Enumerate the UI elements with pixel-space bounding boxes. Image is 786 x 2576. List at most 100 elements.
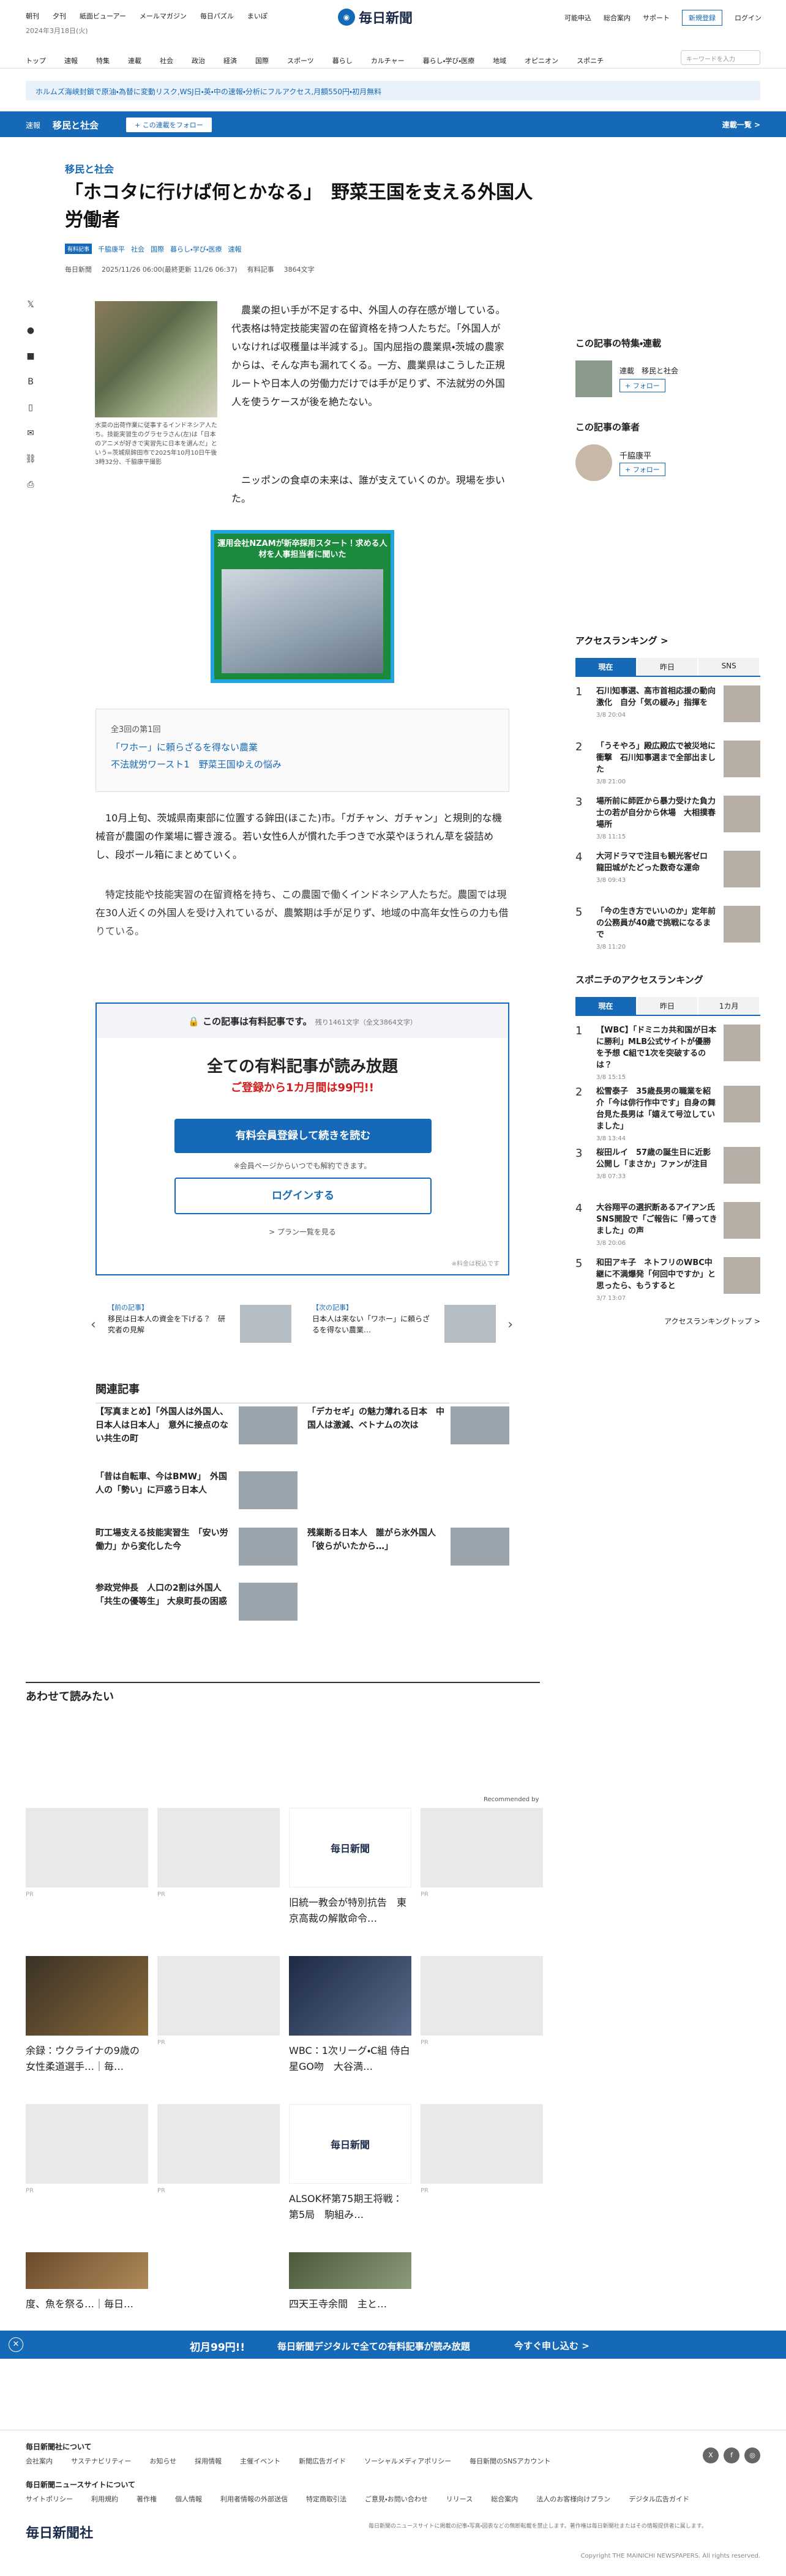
- nav-item[interactable]: 暮らし・学び・医療: [423, 56, 474, 65]
- follow-series-button[interactable]: + この連載をフォロー: [126, 118, 212, 132]
- ranking-item[interactable]: 4 大河ドラマで注目も観光客ゼロ 龍田城がたどった数奇な運命 3/8 09:43: [575, 851, 760, 901]
- recommend-card[interactable]: 度、魚を祭る…｜毎日…: [26, 2252, 148, 2312]
- related-item[interactable]: 「デカセギ」の魅力薄れる日本 中国人は激減、ベトナムの次は: [307, 1405, 509, 1448]
- category-name[interactable]: 移民と社会: [53, 119, 99, 132]
- feature-item[interactable]: 連載 移民と社会 + フォロー: [575, 360, 760, 403]
- site-logo[interactable]: ◉ 毎日新聞: [338, 7, 413, 27]
- prev-article[interactable]: 【前の記事】 移民は日本人の資金を下げる？ 研究者の見解: [108, 1302, 291, 1346]
- search-input[interactable]: キーワードを入力: [681, 50, 760, 65]
- comment-icon[interactable]: ●: [24, 326, 37, 338]
- next-article[interactable]: 【次の記事】 日本人は来ない「ワホー」に頼らざるを得ない農業…: [312, 1302, 496, 1346]
- ranking-item[interactable]: 2 「うそやろ」殿広殿広で被災地に衝撃 石川知事選まで全部出ました 3/8 21:0…: [575, 741, 760, 791]
- x-icon[interactable]: X: [703, 2447, 719, 2463]
- nav-item[interactable]: 速報: [64, 56, 78, 65]
- tab-now[interactable]: 現在: [575, 658, 636, 676]
- tab-sns[interactable]: SNS: [698, 658, 760, 676]
- tab-month[interactable]: 1カ月: [698, 997, 760, 1015]
- subscribe-button[interactable]: 有料会員登録して続きを読む: [174, 1119, 432, 1153]
- ranking-item[interactable]: 4 大谷翔平の選択断あるアイアン氏 SNS開設で「ご報告に「帰ってきました」の声 3…: [575, 1202, 760, 1252]
- mail-icon[interactable]: ✉: [24, 428, 37, 441]
- follow-button[interactable]: + フォロー: [619, 379, 665, 392]
- tag-link[interactable]: 社会: [131, 244, 144, 254]
- top-link[interactable]: メールマガジン: [140, 11, 187, 21]
- login-link[interactable]: ログイン: [735, 13, 762, 23]
- globe-icon[interactable]: ◎: [744, 2447, 760, 2463]
- bookmark-icon[interactable]: ▯: [24, 403, 37, 415]
- tag-link[interactable]: 暮らし・学び・医療: [170, 244, 222, 254]
- top-link[interactable]: 毎日パズル: [200, 11, 234, 21]
- recommend-card[interactable]: PR: [26, 2104, 148, 2194]
- nav-item[interactable]: 地域: [493, 56, 506, 65]
- ranking-item[interactable]: 3 桜田ルイ 57歳の誕生日に近影公開し「まさか」ファンが注目 3/8 07:33: [575, 1147, 760, 1197]
- article-section[interactable]: 移民と社会: [65, 161, 114, 176]
- x-share-icon[interactable]: 𝕏: [24, 300, 37, 312]
- recommend-card[interactable]: 毎日新聞 ALSOK杯第75期王将戦：第5局 駒組み…: [289, 2104, 411, 2223]
- nav-item[interactable]: オピニオン: [525, 56, 558, 65]
- recommend-card[interactable]: 四天王寺余間 主と…: [289, 2252, 411, 2312]
- nav-item[interactable]: カルチャー: [371, 56, 405, 65]
- facebook-share-icon[interactable]: ■: [24, 351, 37, 364]
- author-link[interactable]: 千脇康平: [98, 244, 125, 254]
- header-link[interactable]: 総合案内: [604, 13, 631, 23]
- top-link[interactable]: 朝刊: [26, 11, 39, 21]
- top-link[interactable]: まいぽ: [247, 11, 268, 21]
- nav-item[interactable]: 国際: [255, 56, 269, 65]
- nav-item[interactable]: スポーツ: [287, 56, 314, 65]
- close-icon[interactable]: ✕: [9, 2337, 23, 2352]
- ranking-more-link[interactable]: アクセスランキングトップ >: [575, 1316, 760, 1326]
- ranking-item[interactable]: 2 松雪泰子 35歳長男の職業を紹介「今は俳行作中です」自身の舞台見た長男は「嬉え…: [575, 1086, 760, 1142]
- tag-link[interactable]: 国際: [151, 244, 164, 254]
- related-item[interactable]: 【写真まとめ】「外国人は外国人、日本人は日本人」 意外に接点のない共生の町: [95, 1405, 298, 1448]
- chevron-left-icon[interactable]: ‹: [91, 1317, 96, 1332]
- facebook-icon[interactable]: f: [724, 2447, 739, 2463]
- tab-yesterday[interactable]: 昨日: [637, 658, 698, 676]
- recommend-card[interactable]: PR: [421, 1808, 543, 1898]
- series-link[interactable]: 「ワホー」に頼らざるを得ない農業: [111, 739, 494, 756]
- nav-item[interactable]: 経済: [223, 56, 237, 65]
- related-item[interactable]: 参政党伸長 人口の2割は外国人「共生の優等生」 大泉町長の困惑: [95, 1581, 298, 1624]
- nav-item[interactable]: 連載: [128, 56, 141, 65]
- recommend-card[interactable]: PR: [421, 1956, 543, 2046]
- plans-link[interactable]: > プラン一覧を見る: [97, 1226, 508, 1237]
- ranking-item[interactable]: 1 石川知事選、高市首相応援の動向激化 自分「気の緩み」指揮を 3/8 20:04: [575, 685, 760, 736]
- ranking-heading[interactable]: アクセスランキング >: [575, 634, 760, 647]
- ranking-item[interactable]: 1 【WBC】「ドミニカ共和国が日本に勝利」MLB公式サイトが優勝を予想 C組で1…: [575, 1025, 760, 1081]
- recommend-card[interactable]: PR: [157, 2104, 280, 2194]
- recommend-card[interactable]: WBC：1次リーグ・C組 侍白星GO吻 大谷満…: [289, 1956, 411, 2075]
- top-link[interactable]: 紙面ビューアー: [80, 11, 126, 21]
- footer-logo[interactable]: 毎日新聞社: [26, 2522, 93, 2542]
- advertisement[interactable]: 運用会社NZAMが新卒採用スタート！求める人材を人事担当者に聞いた: [211, 530, 394, 683]
- tag-link[interactable]: 速報: [228, 244, 242, 254]
- related-item[interactable]: 町工場支える技能実習生 「安い労働力」から変化した今: [95, 1526, 298, 1569]
- recommend-card[interactable]: PR: [157, 1956, 280, 2046]
- related-item[interactable]: 「昔は自転車、今はBMW」 外国人の「勢い」に戸惑う日本人: [95, 1470, 298, 1513]
- sticky-subscribe-bar[interactable]: ✕ 初月99円!! 毎日新聞デジタルで全ての有料記事が読み放題 今すぐ申し込む …: [0, 2331, 786, 2359]
- author-item[interactable]: 千脇康平 + フォロー: [575, 444, 760, 487]
- sticky-cta[interactable]: 今すぐ申し込む >: [514, 2339, 590, 2352]
- tab-now[interactable]: 現在: [575, 997, 636, 1015]
- series-link[interactable]: 不法就労ワースト1 野菜王国ゆえの悩み: [111, 756, 494, 773]
- chevron-right-icon[interactable]: ›: [507, 1317, 513, 1332]
- series-list-link[interactable]: 連載一覧 >: [722, 119, 760, 130]
- article-photo[interactable]: [95, 301, 217, 417]
- header-link[interactable]: 可能申込: [564, 13, 591, 23]
- related-item[interactable]: 残業断る日本人 誰がら氷外国人「彼らがいたから…」: [307, 1526, 509, 1569]
- nav-item[interactable]: 暮らし: [332, 56, 353, 65]
- recommend-card[interactable]: 余録：ウクライナの9歳の女性柔道選手…｜毎…: [26, 1956, 148, 2075]
- ranking-item[interactable]: 3 場所前に師匠から暴力受けた負力士の若が自分から休場 大相撲春場所 3/8 11:…: [575, 796, 760, 846]
- tab-yesterday[interactable]: 昨日: [637, 997, 698, 1015]
- header-link[interactable]: サポート: [643, 13, 670, 23]
- nav-item[interactable]: トップ: [26, 56, 46, 65]
- follow-button[interactable]: + フォロー: [619, 463, 665, 476]
- nav-item[interactable]: 政治: [192, 56, 205, 65]
- ranking-item[interactable]: 5 「今の生き方でいいのか」定年前の公務員が40歳で挑戦になるまで 3/8 11:2…: [575, 906, 760, 956]
- promo-banner[interactable]: ホルムズ海峡封鎖で原油・為替に変動リスク,WSJ日・英・中の速報・分析にフルアク…: [26, 81, 760, 100]
- top-link[interactable]: 夕刊: [53, 11, 66, 21]
- hatena-share-icon[interactable]: B: [24, 377, 37, 389]
- nav-item[interactable]: 特集: [96, 56, 110, 65]
- nav-item[interactable]: スポニチ: [577, 56, 604, 65]
- login-button[interactable]: ログインする: [174, 1178, 432, 1214]
- print-icon[interactable]: ⎙: [24, 480, 37, 492]
- recommend-card[interactable]: PR: [26, 1808, 148, 1898]
- recommend-card[interactable]: 毎日新聞 旧統一教会が特別抗告 東京高裁の解散命令…: [289, 1808, 411, 1927]
